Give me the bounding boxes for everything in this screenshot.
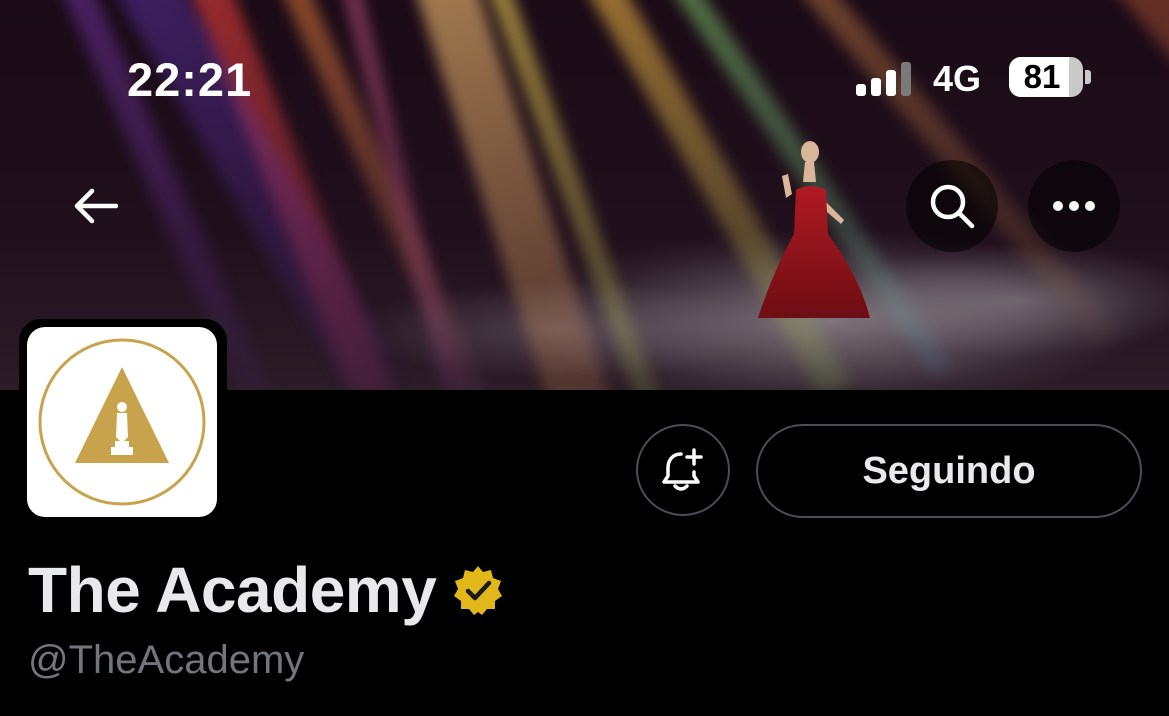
network-type: 4G	[933, 58, 982, 99]
status-bar: 22:21 4G 81	[0, 0, 1169, 120]
following-button[interactable]: Seguindo	[756, 424, 1142, 518]
more-options-button[interactable]	[1028, 160, 1120, 252]
status-time: 22:21	[127, 53, 253, 106]
battery-percentage: 81	[1023, 58, 1061, 95]
profile-name-row: The Academy	[28, 553, 504, 627]
notifications-button[interactable]	[636, 424, 730, 516]
battery-icon: 81	[1009, 57, 1083, 97]
search-icon	[930, 184, 975, 229]
battery-tip	[1085, 70, 1091, 84]
arrow-left-icon	[74, 188, 118, 224]
bell-plus-icon	[662, 448, 703, 491]
profile-avatar[interactable]	[27, 327, 217, 517]
singer-figure	[758, 141, 870, 318]
profile-display-name: The Academy	[28, 554, 437, 626]
signal-strength-icon	[856, 60, 912, 96]
more-horizontal-icon	[1053, 201, 1095, 211]
search-button[interactable]	[906, 160, 998, 252]
profile-handle: @TheAcademy	[28, 638, 305, 682]
following-button-label: Seguindo	[862, 449, 1036, 492]
back-button[interactable]	[50, 160, 142, 252]
verified-badge-icon[interactable]	[452, 564, 504, 616]
academy-logo-icon	[38, 338, 206, 506]
